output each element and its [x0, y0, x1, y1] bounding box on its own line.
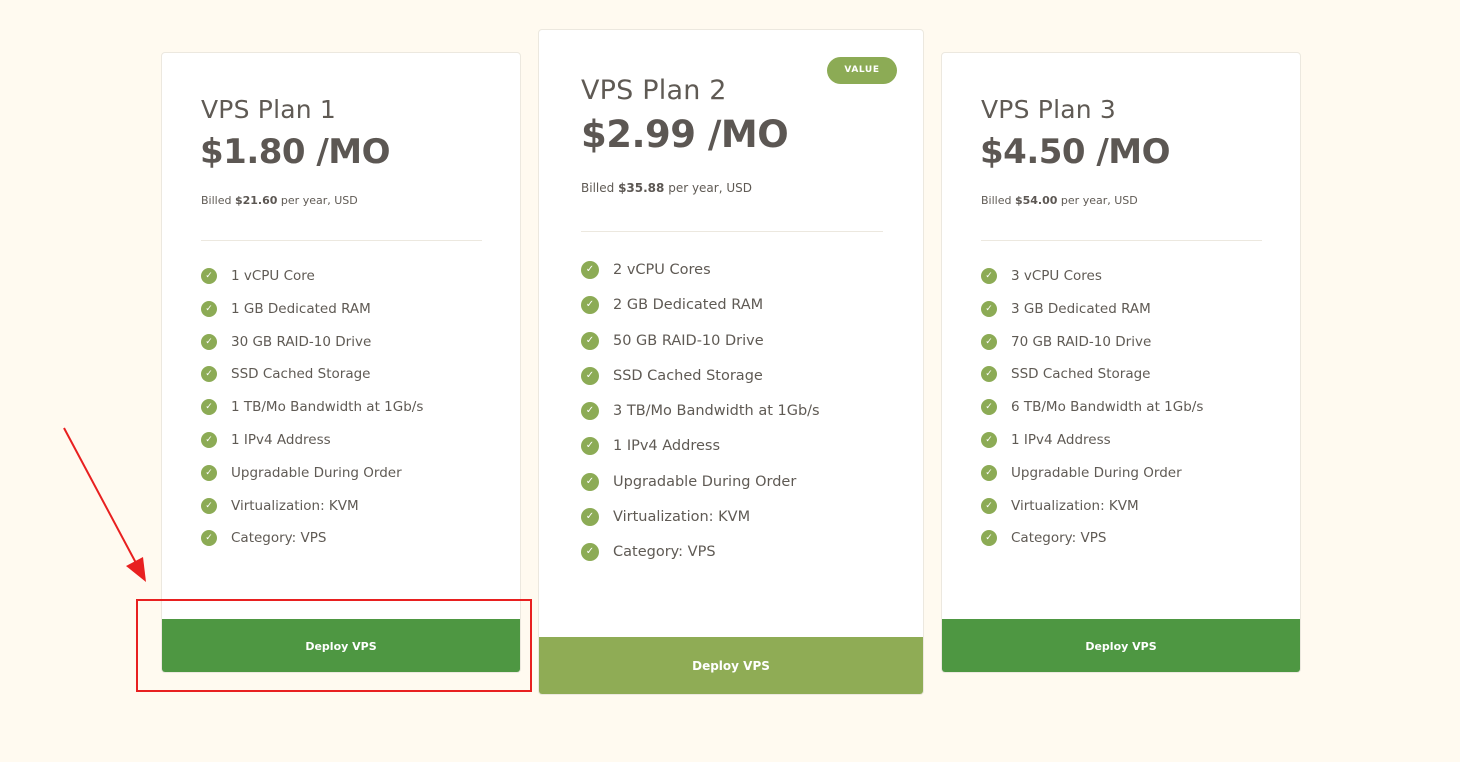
highlight-box	[136, 599, 532, 692]
